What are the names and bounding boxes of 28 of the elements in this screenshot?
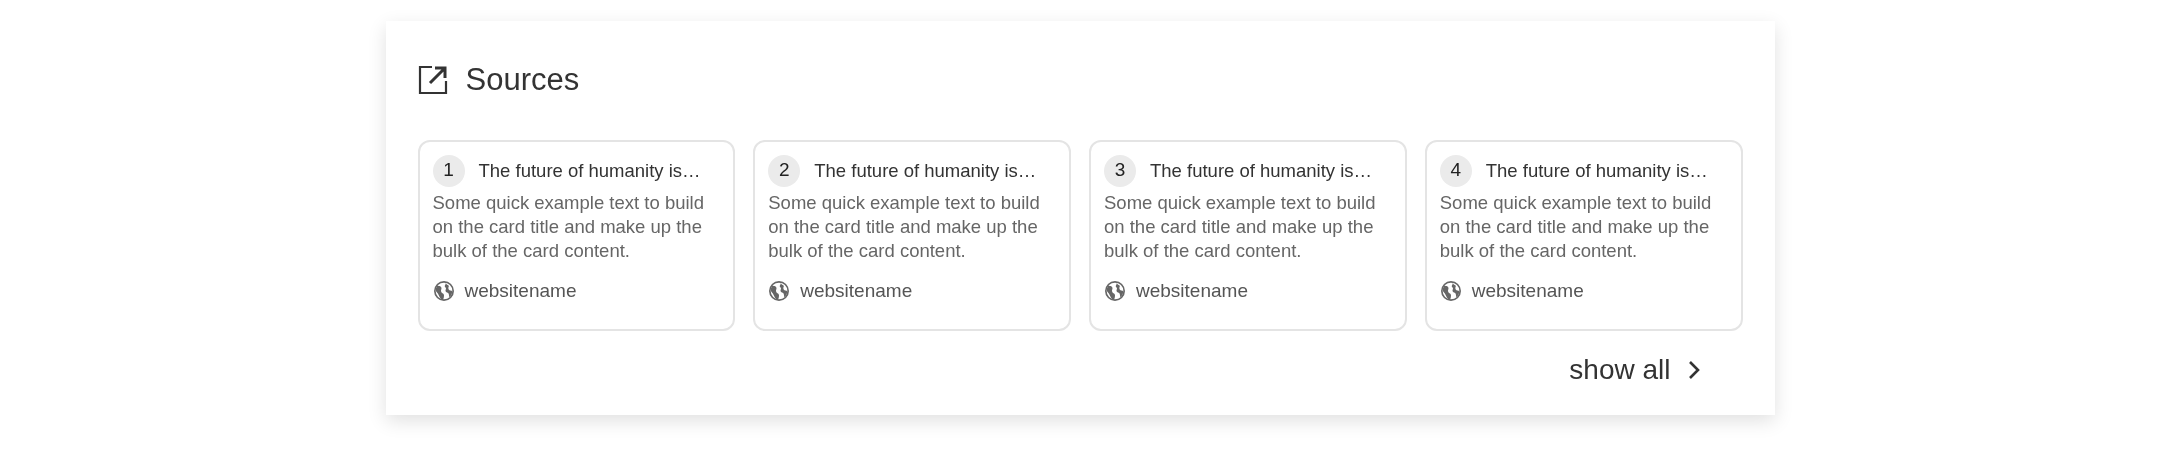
source-number: 2 bbox=[768, 154, 801, 187]
source-title: The future of humanity is… bbox=[478, 158, 701, 183]
source-title: The future of humanity is… bbox=[1485, 158, 1708, 183]
globe-icon bbox=[432, 279, 455, 302]
globe-icon bbox=[1439, 279, 1462, 302]
source-number: 4 bbox=[1439, 154, 1472, 187]
website-name: websitename bbox=[1471, 278, 1584, 303]
source-description: Some quick example text to build on the card title and make up the bulk of the card content. bbox=[768, 190, 1041, 263]
source-number: 3 bbox=[1104, 154, 1136, 187]
source-card[interactable]: 3 The future of humanity is… Some quick example text to build on the card title and make up the bulk of the card content. websitename bbox=[1089, 139, 1407, 331]
show-all-link[interactable]: show all bbox=[1569, 348, 1701, 391]
external-link-icon bbox=[417, 65, 448, 96]
source-description: Some quick example text to build on the card title and make up the bulk of the card content. bbox=[432, 190, 705, 263]
source-description: Some quick example text to build on the card title and make up the bulk of the card content. bbox=[1439, 190, 1713, 263]
source-description: Some quick example text to build on the card title and make up the bulk of the card content. bbox=[1104, 190, 1377, 263]
globe-icon bbox=[1104, 279, 1126, 302]
chevron-right-icon bbox=[1686, 358, 1701, 381]
panel-title: Sources bbox=[465, 61, 580, 99]
globe-icon bbox=[768, 279, 791, 302]
source-number: 1 bbox=[432, 154, 465, 187]
source-card[interactable]: 1 The future of humanity is… Some quick example text to build on the card title and make up the bulk of the card content. websitename bbox=[417, 139, 736, 331]
source-card[interactable]: 4 The future of humanity is… Some quick example text to build on the card title and make up the bulk of the card content. websitename bbox=[1424, 139, 1743, 331]
website-name: websitename bbox=[464, 278, 577, 303]
website-name: websitename bbox=[1136, 278, 1248, 303]
source-card[interactable]: 2 The future of humanity is… Some quick example text to build on the card title and make up the bulk of the card content. websitename bbox=[753, 139, 1071, 331]
source-title: The future of humanity is… bbox=[814, 158, 1037, 183]
website-name: websitename bbox=[800, 278, 913, 303]
source-title: The future of humanity is… bbox=[1150, 158, 1373, 183]
